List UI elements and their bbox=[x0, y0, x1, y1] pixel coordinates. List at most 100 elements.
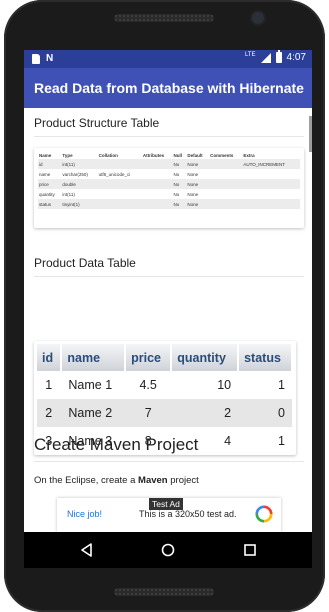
home-icon[interactable] bbox=[160, 542, 176, 558]
data-header-cell: id bbox=[37, 344, 63, 371]
structure-cell bbox=[97, 179, 142, 189]
screen: N LTE 4:07 Read Data from Database with … bbox=[24, 50, 312, 568]
table-cell: 0 bbox=[238, 399, 292, 427]
structure-cell bbox=[209, 199, 243, 209]
structure-cell: No bbox=[172, 159, 187, 169]
table-cell: 4.5 bbox=[139, 378, 157, 392]
structure-cell: price bbox=[38, 179, 62, 189]
structure-cell: varchar(250) bbox=[62, 171, 88, 177]
maven-text-prefix: On the Eclipse, create a bbox=[34, 475, 139, 486]
structure-row: name varchar(250) utf8_unicode_ci No Non… bbox=[38, 169, 300, 179]
n-notification-icon: N bbox=[46, 53, 54, 64]
test-ad-tag: Test Ad bbox=[149, 498, 183, 510]
structure-cell bbox=[209, 169, 242, 179]
structure-cell bbox=[97, 199, 142, 209]
structure-cell: AUTO_INCREMENT bbox=[242, 159, 300, 169]
data-header-cell: status bbox=[238, 344, 293, 371]
status-time: 4:07 bbox=[286, 52, 306, 63]
structure-cell bbox=[141, 159, 173, 169]
recents-icon[interactable] bbox=[242, 542, 258, 558]
structure-header-cell: Attributes bbox=[142, 153, 165, 158]
maven-text-suffix: project bbox=[167, 475, 199, 486]
maven-paragraph: On the Eclipse, create a Maven project bbox=[34, 475, 199, 486]
ad-logo-icon bbox=[255, 505, 273, 523]
structure-cell: None bbox=[186, 159, 210, 169]
ad-text: This is a 320x50 test ad. bbox=[139, 509, 237, 519]
structure-cell: status bbox=[38, 199, 62, 209]
structure-header-cell: Collation bbox=[98, 153, 118, 158]
app-bar: Read Data from Database with Hibernate bbox=[24, 68, 312, 108]
structure-header-cell: Extra bbox=[243, 153, 255, 158]
structure-row: id int(11) No None AUTO_INCREMENT bbox=[38, 159, 300, 169]
structure-cell bbox=[98, 189, 142, 199]
table-cell: 2 bbox=[171, 399, 239, 427]
scrollbar-thumb[interactable] bbox=[309, 116, 312, 152]
earpiece-speaker bbox=[114, 14, 214, 22]
structure-cell bbox=[97, 159, 142, 169]
structure-cell bbox=[209, 179, 243, 189]
ad-nice-text: Nice job! bbox=[67, 509, 103, 519]
structure-header-cell: Comments bbox=[210, 153, 234, 158]
structure-header-cell: Null bbox=[173, 153, 183, 158]
maven-title: Create Maven Project bbox=[34, 435, 199, 454]
structure-cell: name bbox=[39, 171, 51, 177]
table-cell: 7 bbox=[125, 399, 172, 427]
structure-cell: quantity bbox=[39, 191, 55, 197]
table-cell: 1 bbox=[45, 378, 53, 392]
structure-cell: None bbox=[187, 191, 199, 197]
structure-cell: None bbox=[186, 179, 210, 189]
maven-link[interactable]: Maven bbox=[138, 475, 168, 486]
lte-label: LTE bbox=[244, 51, 256, 58]
structure-table-image: Name Type Collation Attributes Null Defa… bbox=[34, 148, 304, 228]
divider bbox=[34, 461, 304, 462]
structure-cell: None bbox=[186, 199, 210, 209]
structure-cell: None bbox=[187, 171, 199, 177]
nav-bar bbox=[24, 532, 312, 568]
data-header-cell: name bbox=[61, 344, 127, 371]
data-header-cell: quantity bbox=[171, 344, 240, 371]
divider bbox=[34, 136, 304, 137]
structure-cell bbox=[242, 179, 300, 189]
structure-cell bbox=[141, 179, 173, 189]
front-camera bbox=[252, 12, 264, 24]
lte-signal-icon bbox=[260, 52, 271, 63]
back-icon[interactable] bbox=[79, 542, 95, 558]
structure-cell: double bbox=[61, 179, 98, 189]
data-title: Product Data Table bbox=[34, 256, 136, 270]
structure-cell bbox=[142, 189, 173, 199]
structure-cell bbox=[141, 199, 173, 209]
structure-table: Name Type Collation Attributes Null Defa… bbox=[38, 152, 300, 209]
structure-cell bbox=[209, 159, 243, 169]
table-cell: 2 bbox=[37, 399, 62, 427]
structure-cell bbox=[242, 169, 300, 179]
data-header-row: id name price quantity status bbox=[37, 344, 293, 371]
table-cell: Name 2 bbox=[61, 399, 126, 427]
bottom-speaker bbox=[114, 588, 214, 596]
structure-header-cell: Type bbox=[62, 153, 73, 158]
structure-cell: No bbox=[173, 171, 180, 177]
structure-cell: int(11) bbox=[62, 191, 75, 197]
structure-cell: tinyint(1) bbox=[61, 199, 98, 209]
structure-cell: id bbox=[38, 159, 62, 169]
table-cell: 10 bbox=[217, 378, 232, 392]
app-title: Read Data from Database with Hibernate bbox=[34, 80, 304, 96]
table-cell: Name 1 bbox=[68, 378, 113, 392]
structure-cell bbox=[142, 169, 173, 179]
divider bbox=[34, 276, 304, 277]
data-header-cell: price bbox=[125, 344, 173, 371]
structure-cell bbox=[242, 189, 300, 199]
phone-frame: N LTE 4:07 Read Data from Database with … bbox=[4, 0, 325, 612]
structure-cell: No bbox=[173, 191, 180, 197]
battery-icon bbox=[275, 50, 282, 63]
structure-header-cell: Name bbox=[39, 153, 52, 158]
structure-row: quantity int(11) No None bbox=[38, 189, 300, 199]
sd-card-icon bbox=[32, 53, 40, 64]
table-cell: 1 bbox=[278, 378, 285, 392]
structure-cell: utf8_unicode_ci bbox=[98, 171, 131, 177]
structure-cell: No bbox=[172, 179, 187, 189]
structure-cell bbox=[209, 189, 242, 199]
table-row: 1 Name 1 4.5 10 1 bbox=[37, 371, 292, 399]
table-row: 2 Name 2 7 2 0 bbox=[37, 399, 292, 427]
table-cell: 1 bbox=[278, 434, 285, 448]
structure-cell: No bbox=[172, 199, 187, 209]
